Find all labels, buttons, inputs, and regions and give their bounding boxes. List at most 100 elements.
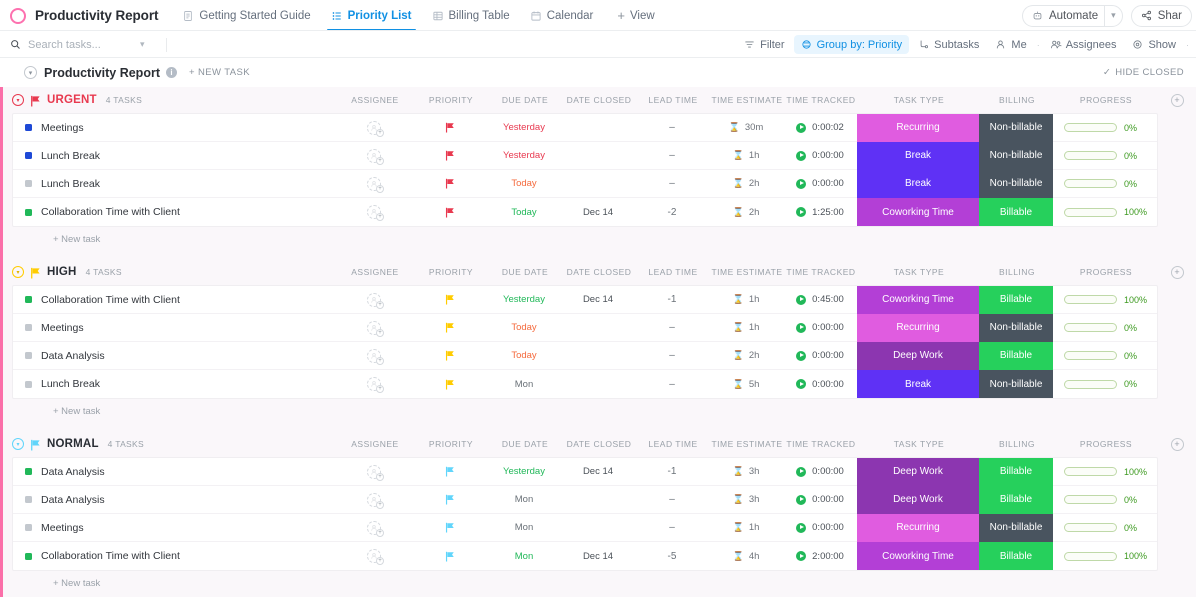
date-closed-cell[interactable]: Dec 14 <box>561 458 635 486</box>
column-header-date_closed[interactable]: DATE CLOSED <box>562 439 636 449</box>
add-assignee-icon[interactable]: + <box>376 156 384 165</box>
assignee-cell[interactable]: + <box>335 114 413 142</box>
play-timer-icon[interactable] <box>796 551 807 561</box>
due-date-cell[interactable]: Mon <box>487 514 561 542</box>
avatar-placeholder-icon[interactable]: + <box>367 176 384 193</box>
column-header-lead_time[interactable]: LEAD TIME <box>636 95 710 105</box>
task-type-cell[interactable]: Deep Work <box>857 341 979 370</box>
date-closed-cell[interactable] <box>561 342 635 370</box>
status-dot-icon[interactable] <box>25 380 32 388</box>
due-date-cell[interactable]: Mon <box>487 542 561 570</box>
due-date-cell[interactable]: Mon <box>487 370 561 398</box>
tab-billing-table[interactable]: Billing Table <box>422 0 520 31</box>
priority-cell[interactable] <box>413 514 487 542</box>
group-collapse-icon[interactable]: ▾ <box>12 94 24 106</box>
filter-button-assignees[interactable]: Assignees <box>1043 35 1124 54</box>
table-row[interactable]: Lunch Break + Today – ⌛ 2h 0:00:00 Break Non-bil… <box>13 169 1157 198</box>
due-date-cell[interactable]: Today <box>487 342 561 370</box>
progress-cell[interactable]: 0% <box>1053 314 1157 342</box>
filter-button-filter[interactable]: Filter <box>737 35 791 54</box>
lead-time-cell[interactable]: – <box>635 314 709 342</box>
billing-cell[interactable]: Non-billable <box>979 169 1053 198</box>
column-header-task_type[interactable]: TASK TYPE <box>858 439 980 449</box>
billing-cell[interactable]: Billable <box>979 457 1053 486</box>
tab-getting-started-guide[interactable]: Getting Started Guide <box>172 0 320 31</box>
add-column-button[interactable]: + <box>1170 437 1184 451</box>
add-column-button[interactable]: + <box>1170 265 1184 279</box>
priority-cell[interactable] <box>413 342 487 370</box>
due-date-cell[interactable]: Today <box>487 170 561 198</box>
task-type-cell[interactable]: Coworking Time <box>857 198 979 226</box>
task-list-body[interactable]: ▾ URGENT 4 TASKS ASSIGNEE PRIORITY DUE DATE DA… <box>0 87 1196 597</box>
avatar-placeholder-icon[interactable]: + <box>367 120 384 137</box>
time-estimate-cell[interactable]: ⌛ 3h <box>709 486 783 514</box>
time-tracked-cell[interactable]: 0:00:00 <box>783 458 857 486</box>
column-header-date_closed[interactable]: DATE CLOSED <box>562 95 636 105</box>
due-date-cell[interactable]: Mon <box>487 486 561 514</box>
group-header[interactable]: ▾ HIGH 4 TASKS ASSIGNEE PRIORITY DUE DATE DATE… <box>3 259 1196 285</box>
time-estimate-cell[interactable]: ⌛ 4h <box>709 542 783 570</box>
collapse-chevron-icon[interactable]: ▾ <box>24 66 37 79</box>
add-view-button[interactable]: + View <box>607 8 664 23</box>
column-header-progress[interactable]: PROGRESS <box>1054 95 1158 105</box>
progress-cell[interactable]: 0% <box>1053 370 1157 398</box>
progress-cell[interactable]: 0% <box>1053 114 1157 142</box>
add-assignee-icon[interactable]: + <box>376 500 384 509</box>
column-header-task_type[interactable]: TASK TYPE <box>858 95 980 105</box>
table-row[interactable]: Meetings + Today – ⌛ 1h 0:00:00 Recurring Non-bi… <box>13 313 1157 342</box>
add-assignee-icon[interactable]: + <box>376 184 384 193</box>
billing-cell[interactable]: Billable <box>979 341 1053 370</box>
status-dot-icon[interactable] <box>25 180 32 187</box>
column-header-due_date[interactable]: DUE DATE <box>488 267 562 277</box>
assignee-cell[interactable]: + <box>335 486 413 514</box>
column-header-due_date[interactable]: DUE DATE <box>488 439 562 449</box>
avatar-placeholder-icon[interactable]: + <box>367 205 384 221</box>
lead-time-cell[interactable]: – <box>635 370 709 398</box>
tab-priority-list[interactable]: Priority List <box>321 0 422 31</box>
progress-cell[interactable]: 100% <box>1053 458 1157 486</box>
task-name-cell[interactable]: Lunch Break <box>13 170 335 198</box>
time-estimate-cell[interactable]: ⌛ 5h <box>709 370 783 398</box>
progress-cell[interactable]: 100% <box>1053 286 1157 314</box>
column-header-date_closed[interactable]: DATE CLOSED <box>562 267 636 277</box>
date-closed-cell[interactable] <box>561 514 635 542</box>
time-estimate-cell[interactable]: ⌛ 30m <box>709 114 783 142</box>
task-type-cell[interactable]: Recurring <box>857 313 979 342</box>
column-header-time_tracked[interactable]: TIME TRACKED <box>784 439 858 449</box>
add-assignee-icon[interactable]: + <box>376 557 384 565</box>
column-header-billing[interactable]: BILLING <box>980 439 1054 449</box>
add-column-button[interactable]: + <box>1170 93 1184 107</box>
avatar-placeholder-icon[interactable]: + <box>367 464 384 481</box>
time-tracked-cell[interactable]: 0:00:00 <box>783 170 857 198</box>
table-row[interactable]: Collaboration Time with Client + Mon Dec 14… <box>13 542 1157 570</box>
column-header-priority[interactable]: PRIORITY <box>414 267 488 277</box>
share-button[interactable]: Shar <box>1130 4 1192 27</box>
column-header-priority[interactable]: PRIORITY <box>414 439 488 449</box>
status-dot-icon[interactable] <box>25 324 32 331</box>
table-row[interactable]: Meetings + Yesterday – ⌛ 30m 0:00:02 Recurring N… <box>13 113 1157 142</box>
add-assignee-icon[interactable]: + <box>376 528 384 537</box>
status-dot-icon[interactable] <box>25 524 32 531</box>
progress-cell[interactable]: 0% <box>1053 486 1157 514</box>
avatar-placeholder-icon[interactable]: + <box>367 348 384 365</box>
due-date-cell[interactable]: Yesterday <box>487 142 561 170</box>
date-closed-cell[interactable] <box>561 170 635 198</box>
time-tracked-cell[interactable]: 0:00:00 <box>783 314 857 342</box>
billing-cell[interactable]: Billable <box>979 285 1053 314</box>
assignee-cell[interactable]: + <box>335 458 413 486</box>
play-timer-icon[interactable] <box>796 294 807 305</box>
priority-cell[interactable] <box>413 170 487 198</box>
time-estimate-cell[interactable]: ⌛ 1h <box>709 314 783 342</box>
progress-cell[interactable]: 100% <box>1053 198 1157 226</box>
priority-cell[interactable] <box>413 458 487 486</box>
assignee-cell[interactable]: + <box>335 514 413 542</box>
add-task-row[interactable]: + New task <box>3 399 1196 423</box>
lead-time-cell[interactable]: -2 <box>635 198 709 226</box>
add-assignee-icon[interactable]: + <box>376 356 384 365</box>
assignee-cell[interactable]: + <box>335 342 413 370</box>
task-type-cell[interactable]: Deep Work <box>857 485 979 514</box>
due-date-cell[interactable]: Yesterday <box>487 286 561 314</box>
time-tracked-cell[interactable]: 0:00:00 <box>783 486 857 514</box>
add-assignee-icon[interactable]: + <box>376 300 384 309</box>
add-assignee-icon[interactable]: + <box>376 213 384 221</box>
